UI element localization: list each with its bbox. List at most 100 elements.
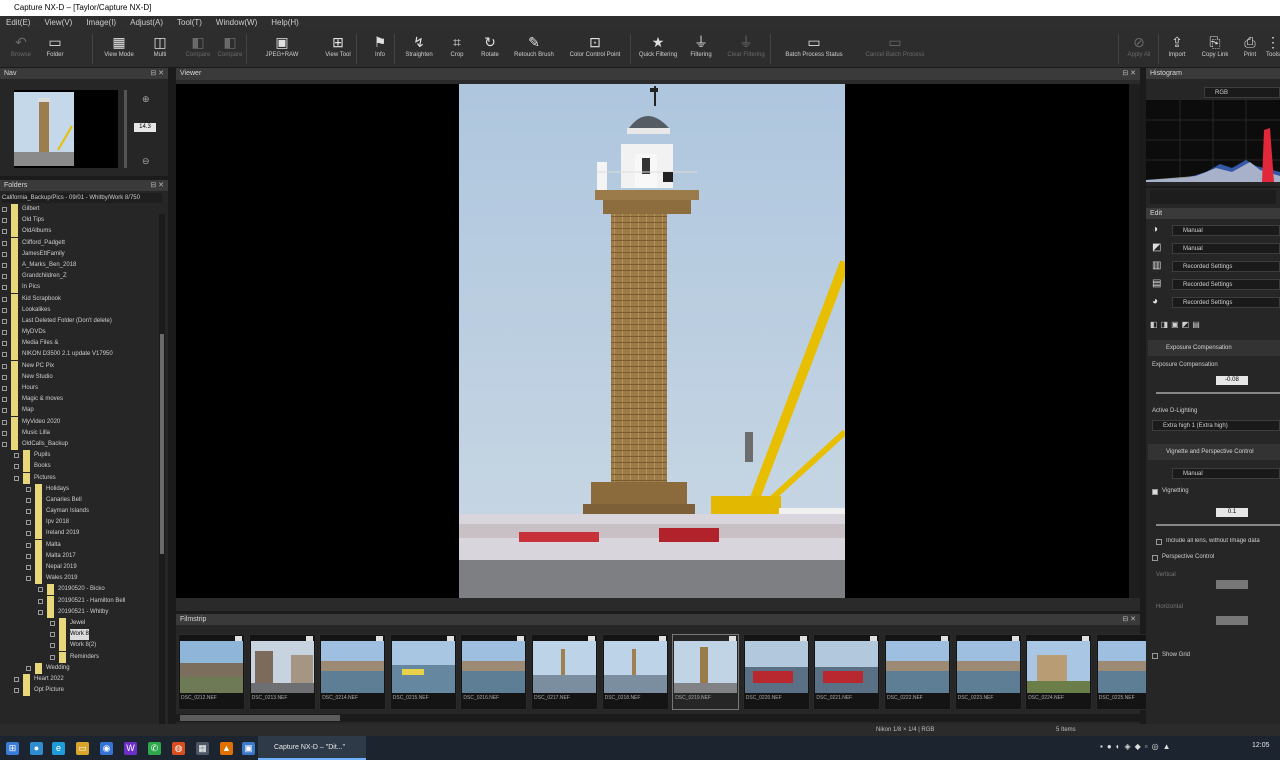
taskbar-app-icon[interactable]: e [52,742,65,755]
folder-tree-item[interactable]: Wales 2019 [0,573,160,585]
expand-toggle-icon[interactable] [2,262,7,268]
expand-toggle-icon[interactable] [2,229,7,235]
start-button[interactable]: ⊞ [6,742,19,755]
folder-tree-item[interactable]: Nepal 2019 [0,562,160,573]
folder-tree-item[interactable]: MyVideo 2020 [0,416,160,428]
show-grid-checkbox[interactable] [1152,653,1158,659]
expand-toggle-icon[interactable] [50,654,55,660]
expand-toggle-icon[interactable] [26,665,31,671]
taskbar-app-icon[interactable]: ▣ [242,742,255,755]
folder-tree-item[interactable]: Grandchildren_Z [0,271,160,283]
toolbar-button-color-control-point[interactable]: ⊡ Color Control Point [562,32,628,66]
panel-controls-icon[interactable]: ⊟ ✕ [1122,614,1136,625]
taskbar-app-icon[interactable]: ● [30,742,43,755]
folder-tree-item[interactable]: 20190521 - Whitby [0,606,160,618]
folder-tree-item[interactable]: Lookalikes [0,304,160,316]
perspective-vertical-value[interactable] [1216,616,1248,625]
filmstrip-thumbnail[interactable]: DSC_0219.NEF [672,634,740,710]
folder-tree-item[interactable]: Opt Picture [0,685,160,697]
folder-tree-item[interactable]: 20190521 - Hamilton Bell [0,595,160,607]
expand-toggle-icon[interactable] [14,453,19,459]
folder-tree-item[interactable]: Malta 2017 [0,550,160,562]
folder-tree-item[interactable]: In Pics [0,282,160,294]
expand-toggle-icon[interactable] [2,419,7,425]
toolbar-button-straighten[interactable]: ↯ Straighten [400,32,438,66]
menu-image[interactable]: Image(I) [84,16,118,30]
expand-toggle-icon[interactable] [38,609,43,615]
taskbar-app-icon[interactable]: ▲ [220,742,233,755]
toolbar-button-view-mode[interactable]: ▦ View Mode [98,32,140,66]
panel-controls-icon[interactable]: ⊟ ✕ [150,180,164,191]
toolbar-button-clear-filtering[interactable]: ⏚ Clear Filtering [722,32,770,66]
folder-tree-item[interactable]: Hours [0,383,160,394]
folder-tree-item[interactable]: 20190520 - Bicko [0,584,160,596]
expand-toggle-icon[interactable] [2,240,7,246]
expand-toggle-icon[interactable] [2,296,7,302]
expand-toggle-icon[interactable] [50,643,55,649]
expand-toggle-icon[interactable] [26,553,31,559]
folder-tree-item[interactable]: Kid Scrapbook [0,293,160,305]
expand-toggle-icon[interactable] [2,363,7,369]
folder-tree-item[interactable]: Music Lilla [0,427,160,439]
filmstrip-thumbnail[interactable]: DSC_0224.NEF [1025,634,1093,710]
vignette-checkbox[interactable] [1152,489,1158,495]
folder-tree-item[interactable]: Malta [0,539,160,551]
histogram-channel-select[interactable]: RGB [1204,87,1280,98]
expand-toggle-icon[interactable] [2,207,7,212]
taskbar-active-app[interactable]: Capture NX-D – "Dit..." [258,736,366,760]
main-photo[interactable] [459,84,845,598]
zoom-in-icon[interactable]: ⊕ [142,94,150,105]
expand-toggle-icon[interactable] [26,486,31,492]
folder-tree-item[interactable]: Heart 2022 [0,673,160,685]
adjust-icon-strip[interactable]: ◧◨▣◩▤ [1150,320,1240,332]
folder-tree-item[interactable]: Old Tips [0,215,160,227]
toolbar-button-retouch-brush[interactable]: ✎ Retouch Brush [510,32,558,66]
expand-toggle-icon[interactable] [26,542,31,548]
expand-toggle-icon[interactable] [2,318,7,324]
expand-toggle-icon[interactable] [2,374,7,380]
taskbar-app-icon[interactable]: ▦ [196,742,209,755]
folder-tree-item[interactable]: Cayman Islands [0,506,160,518]
exposure-section[interactable]: Exposure Compensation [1148,340,1280,356]
folder-scrollbar-thumb[interactable] [160,334,164,554]
folder-tree-item[interactable]: Ireland 2019 [0,528,160,540]
toolbar-button-copy-link[interactable]: ⎘ Copy Link [1198,32,1232,66]
folder-tree-item[interactable]: A_Marks_Ben_2018 [0,259,160,271]
expand-toggle-icon[interactable] [26,520,31,526]
folder-tree-item[interactable]: Clifford_Padgett [0,237,160,249]
expand-toggle-icon[interactable] [2,430,7,436]
expand-toggle-icon[interactable] [2,330,7,336]
folder-tree-item[interactable]: OldCalls_Backup [0,438,160,450]
toolbar-button-crop[interactable]: ⌗ Crop [444,32,470,66]
filmstrip-thumbnail[interactable]: DSC_0217.NEF [531,634,598,710]
menu-edit[interactable]: Edit(E) [4,16,32,30]
folder-tree-item[interactable]: Ipv 2018 [0,517,160,529]
toolbar-button-apply-all[interactable]: ⊘ Apply All [1124,32,1154,66]
expand-toggle-icon[interactable] [2,341,7,347]
dlighting-select[interactable]: Extra high 1 (Extra high) [1152,420,1280,431]
expand-toggle-icon[interactable] [26,497,31,503]
expand-toggle-icon[interactable] [38,598,43,604]
navigator-zoom-slider[interactable] [124,90,127,168]
folder-tree-item[interactable]: Media Files & [0,338,160,350]
folder-tree-item[interactable]: Magic & moves [0,394,160,406]
expand-toggle-icon[interactable] [50,632,55,638]
folder-tree-item[interactable]: Last Deleted Folder (Don't delete) [0,315,160,327]
expand-toggle-icon[interactable] [2,408,7,414]
expand-toggle-icon[interactable] [2,307,7,313]
folder-tree-item[interactable]: Gilbert [0,204,160,215]
folder-tree-item[interactable]: Jewel [0,617,160,629]
expand-toggle-icon[interactable] [2,251,7,257]
folder-tree-item[interactable]: Work 8(2) [0,640,160,652]
vignette-value[interactable]: 0.1 [1216,508,1248,517]
folder-tree-item[interactable]: MyDVDs [0,327,160,339]
adjust-row-select[interactable]: Manual [1172,243,1280,254]
filmstrip-thumbnail[interactable]: DSC_0215.NEF [389,634,457,710]
expand-toggle-icon[interactable] [2,285,7,291]
filmstrip-scrollbar-thumb[interactable] [180,715,340,721]
folder-tree-item[interactable]: Holidays [0,483,160,495]
toolbar-button-compare[interactable]: ◧ Compare [216,32,244,66]
folder-tree-item[interactable]: New PC Pix [0,360,160,372]
expand-toggle-icon[interactable] [26,531,31,537]
adjust-tool-tabs[interactable] [1150,190,1276,204]
